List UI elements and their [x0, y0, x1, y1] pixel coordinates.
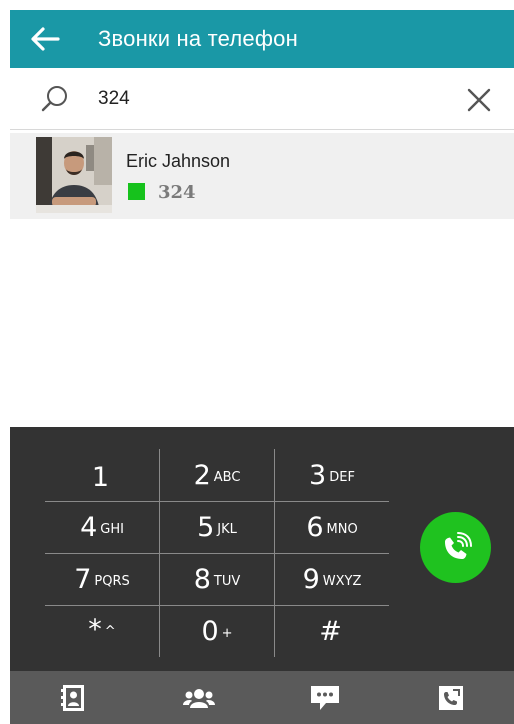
key-5[interactable]: 5 JKL	[160, 501, 274, 553]
page-title: Звонки на телефон	[98, 26, 298, 51]
key-2[interactable]: 2 ABC	[160, 449, 274, 501]
call-button[interactable]	[420, 512, 491, 583]
close-icon[interactable]	[466, 87, 492, 113]
key-4[interactable]: 4 GHI	[45, 501, 159, 553]
back-button[interactable]	[10, 10, 80, 68]
search-icon	[41, 85, 67, 111]
search-results: Eric Jahnson 324	[10, 131, 514, 427]
tab-chat[interactable]	[262, 671, 388, 724]
arrow-left-icon	[31, 27, 60, 51]
contact-list-item[interactable]: Eric Jahnson 324	[10, 133, 514, 219]
key-3[interactable]: 3 DEF	[275, 449, 389, 501]
left-margin	[0, 0, 10, 724]
key-0[interactable]: 0 +	[160, 605, 274, 657]
status-indicator	[128, 183, 145, 200]
key-hash[interactable]: #	[275, 605, 389, 657]
key-7[interactable]: 7 PQRS	[45, 553, 159, 605]
search-bar	[10, 68, 514, 130]
key-8[interactable]: 8 TUV	[160, 553, 274, 605]
contact-name: Eric Jahnson	[126, 151, 231, 171]
key-1[interactable]: 1	[45, 451, 159, 503]
search-input[interactable]	[98, 87, 438, 110]
dial-keys: 1 2 ABC 3 DEF 4 GHI 5 JKL 6 MNO 7 PQRS 8 TUV 9W…	[45, 449, 389, 657]
app-window: Звонки на телефон 324 Eric Jahnson 324 1…	[0, 0, 514, 724]
tab-dialer[interactable]	[388, 671, 514, 724]
dialer-icon	[439, 685, 463, 710]
phone-call-icon	[444, 531, 472, 559]
dial-pad: 1 2 ABC 3 DEF 4 GHI 5 JKL 6 MNO 7 PQRS 8 TUV 9W…	[10, 427, 514, 671]
header-bar: Звонки на телефон	[10, 10, 514, 68]
bottom-tab-bar	[10, 671, 514, 724]
contacts-book-icon	[61, 684, 84, 711]
chat-icon	[311, 685, 339, 710]
tab-contacts[interactable]	[10, 671, 136, 724]
avatar	[36, 137, 112, 213]
tab-groups[interactable]	[136, 671, 262, 724]
key-9[interactable]: 9 WXYZ	[275, 553, 389, 605]
contact-number: 324	[158, 182, 196, 203]
key-star[interactable]: * ^	[45, 603, 159, 655]
group-icon	[183, 688, 215, 708]
key-6[interactable]: 6 MNO	[275, 501, 389, 553]
